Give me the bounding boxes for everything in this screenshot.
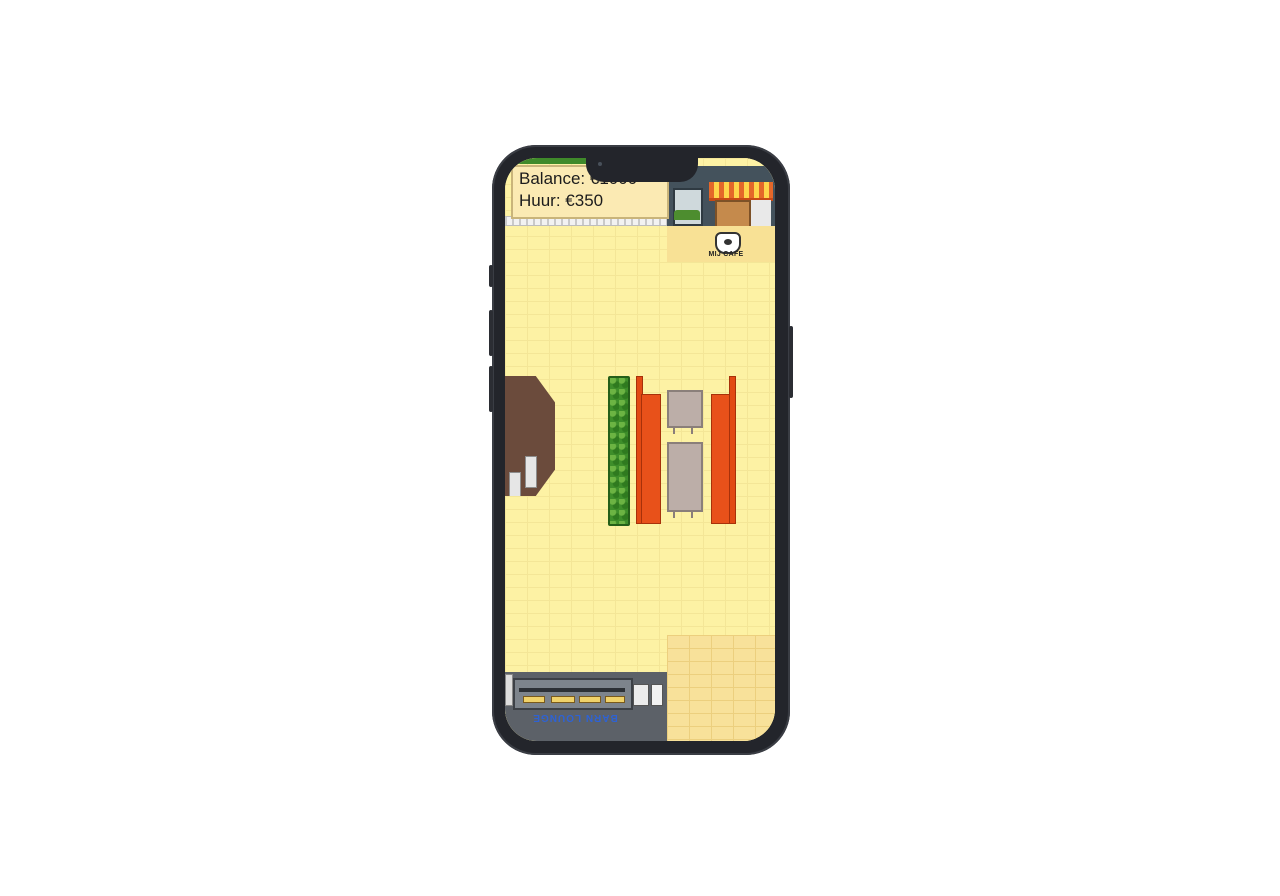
bench-backrest-right	[729, 376, 736, 524]
table-leg	[673, 426, 675, 434]
shop-awning	[709, 182, 773, 201]
table-leg	[691, 510, 693, 518]
table-leg	[673, 510, 675, 518]
shop-side-panel	[751, 200, 771, 226]
building-window	[525, 456, 537, 488]
shop-window	[673, 188, 703, 226]
table-leg	[691, 426, 693, 434]
rent-label: Huur: €350	[519, 191, 604, 210]
counter-sign: BARN LOUNGE	[532, 712, 618, 723]
volume-up-button	[489, 310, 493, 356]
counter-item	[605, 696, 625, 703]
register[interactable]	[651, 684, 663, 706]
phone-notch	[586, 152, 698, 182]
coffee-machine[interactable]	[633, 684, 649, 706]
build-zone[interactable]	[667, 635, 775, 741]
silent-switch	[489, 265, 493, 287]
table-top[interactable]	[667, 390, 703, 428]
camera-icon	[598, 162, 602, 166]
counter-item	[551, 696, 575, 703]
hedge-planter[interactable]	[608, 376, 630, 526]
table-bottom[interactable]	[667, 442, 703, 512]
game-screen[interactable]: MIJ CAFE Balance: €1000 Huur: €350 BARN …	[505, 158, 775, 741]
bar-counter[interactable]: BARN LOUNGE	[505, 672, 667, 741]
counter-top	[513, 678, 633, 710]
counter-shelf	[519, 688, 625, 692]
edge-fixture	[505, 674, 513, 706]
bench-left[interactable]	[641, 394, 661, 524]
window-plants	[674, 210, 700, 220]
power-button	[789, 326, 793, 398]
brown-building[interactable]	[505, 376, 555, 496]
counter-item	[579, 696, 601, 703]
bench-right[interactable]	[711, 394, 731, 524]
volume-down-button	[489, 366, 493, 412]
cafe-name-label: MIJ CAFE	[708, 251, 744, 258]
counter-item	[523, 696, 545, 703]
